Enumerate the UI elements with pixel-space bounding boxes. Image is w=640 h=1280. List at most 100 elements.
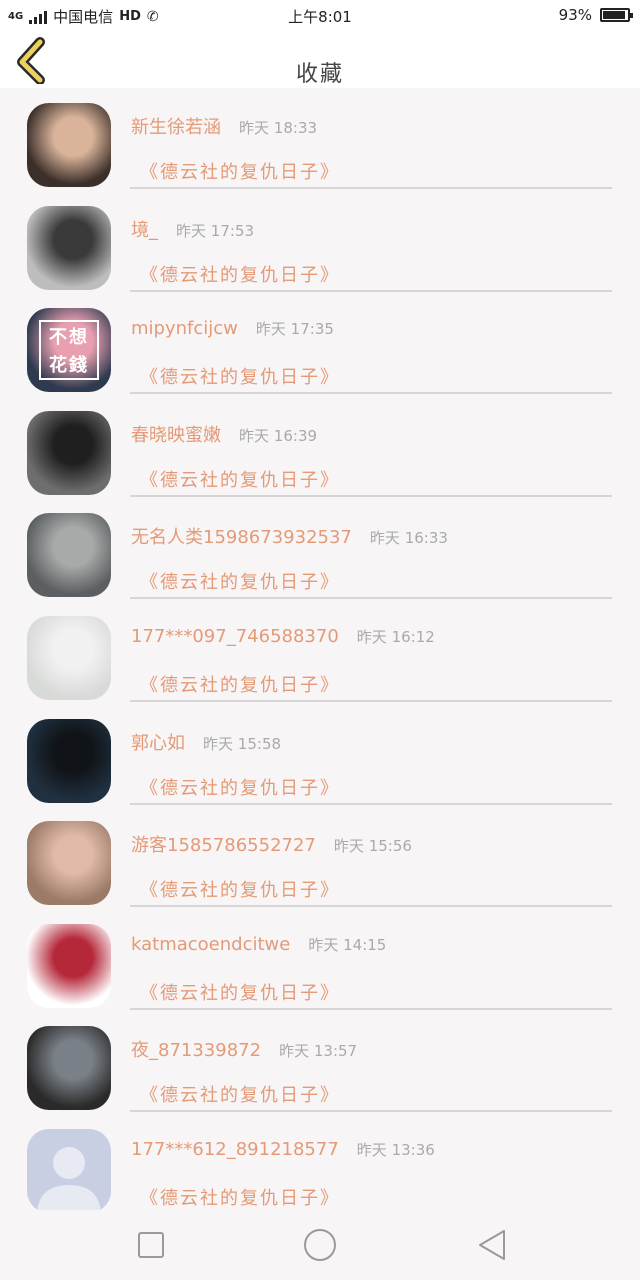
book-title[interactable]: 《德云社的复仇日子》: [140, 774, 340, 800]
name-line: 游客1585786552727 昨天 15:56: [131, 831, 412, 857]
list-item[interactable]: 新生徐若涵 昨天 18:33 《德云社的复仇日子》: [0, 88, 640, 191]
avatar[interactable]: [27, 410, 111, 495]
timestamp: 昨天 18:33: [239, 119, 317, 137]
book-title[interactable]: 《德云社的复仇日子》: [140, 979, 340, 1005]
avatar[interactable]: [27, 718, 111, 803]
divider: [130, 1007, 612, 1010]
time-label: 15:56: [368, 837, 412, 856]
book-title[interactable]: 《德云社的复仇日子》: [140, 158, 340, 184]
date-label: 昨天: [255, 320, 286, 339]
timestamp: 昨天 16:39: [239, 427, 317, 445]
user-name[interactable]: 177***612_891218577: [131, 1139, 339, 1160]
name-line: 无名人类1598673932537 昨天 16:33: [131, 523, 448, 549]
name-line: 夜_871339872 昨天 13:57: [131, 1036, 357, 1062]
timestamp: 昨天 17:35: [256, 320, 334, 338]
avatar[interactable]: [27, 205, 111, 290]
user-name[interactable]: 境_: [131, 220, 158, 241]
timestamp: 昨天 13:57: [279, 1042, 357, 1060]
date-label: 昨天: [356, 1140, 387, 1159]
avatar[interactable]: [27, 923, 111, 1008]
book-title[interactable]: 《德云社的复仇日子》: [140, 261, 340, 287]
divider: [130, 1110, 612, 1113]
avatar[interactable]: [27, 821, 111, 906]
user-name[interactable]: 郭心如: [131, 733, 185, 754]
favorites-list: 新生徐若涵 昨天 18:33 《德云社的复仇日子》 境_ 昨天 17:53 《德云社的复仇…: [0, 88, 640, 1210]
time-label: 17:53: [210, 221, 255, 240]
user-name[interactable]: mipynfcijcw: [131, 318, 238, 339]
list-item[interactable]: 郭心如 昨天 15:58 《德云社的复仇日子》: [0, 704, 640, 807]
date-label: 昨天: [333, 837, 364, 856]
book-title[interactable]: 《德云社的复仇日子》: [140, 876, 340, 902]
timestamp: 昨天 15:56: [334, 837, 412, 855]
name-line: katmacoendcitwe 昨天 14:15: [131, 934, 386, 955]
date-label: 昨天: [356, 627, 387, 646]
time-label: 14:15: [343, 935, 387, 954]
battery-percent: 93%: [558, 6, 592, 24]
time-label: 13:57: [313, 1042, 358, 1061]
user-name[interactable]: 春晓映蜜嫩: [131, 425, 221, 446]
book-title[interactable]: 《德云社的复仇日子》: [140, 1184, 340, 1210]
divider: [130, 905, 612, 908]
book-title[interactable]: 《德云社的复仇日子》: [140, 671, 340, 697]
page-title: 收藏: [295, 62, 344, 87]
timestamp: 昨天 13:36: [357, 1141, 435, 1159]
divider: [130, 187, 612, 189]
avatar[interactable]: [27, 513, 111, 598]
date-label: 昨天: [239, 119, 270, 137]
header: 收藏: [0, 32, 640, 88]
time-label: 16:39: [273, 426, 318, 445]
time-label: 13:36: [391, 1140, 435, 1159]
nav-bar: [0, 1210, 640, 1280]
divider: [130, 392, 612, 395]
triangle-back-icon[interactable]: [474, 1227, 510, 1263]
name-line: mipynfcijcw 昨天 17:35: [131, 318, 334, 339]
list-item[interactable]: 无名人类1598673932537 昨天 16:33 《德云社的复仇日子》: [0, 498, 640, 601]
time-label: 18:33: [273, 119, 318, 137]
divider: [130, 802, 612, 805]
timestamp: 昨天 15:58: [203, 735, 281, 753]
name-line: 春晓映蜜嫩 昨天 16:39: [131, 421, 317, 447]
book-title[interactable]: 《德云社的复仇日子》: [140, 1081, 340, 1107]
list-item[interactable]: 177***097_746588370 昨天 16:12 《德云社的复仇日子》: [0, 601, 640, 704]
list-item[interactable]: katmacoendcitwe 昨天 14:15 《德云社的复仇日子》: [0, 909, 640, 1012]
book-title[interactable]: 《德云社的复仇日子》: [140, 466, 340, 492]
name-line: 177***097_746588370 昨天 16:12: [131, 626, 435, 647]
book-title[interactable]: 《德云社的复仇日子》: [140, 363, 340, 389]
avatar[interactable]: [27, 103, 111, 187]
book-title[interactable]: 《德云社的复仇日子》: [140, 568, 340, 594]
list-item[interactable]: 境_ 昨天 17:53 《德云社的复仇日子》: [0, 191, 640, 294]
list-item[interactable]: 177***612_891218577 昨天 13:36 《德云社的复仇日子》: [0, 1114, 640, 1210]
square-icon[interactable]: [133, 1227, 169, 1263]
user-name[interactable]: 无名人类1598673932537: [131, 527, 352, 548]
avatar[interactable]: [27, 1128, 111, 1210]
list-item[interactable]: 游客1585786552727 昨天 15:56 《德云社的复仇日子》: [0, 806, 640, 909]
divider: [130, 289, 612, 292]
list-item[interactable]: 夜_871339872 昨天 13:57 《德云社的复仇日子》: [0, 1011, 640, 1114]
date-label: 昨天: [279, 1042, 310, 1061]
default-avatar-icon: [37, 1146, 101, 1210]
avatar[interactable]: 不想花錢: [27, 308, 111, 393]
status-time: 上午8:01: [288, 8, 352, 26]
avatar-text: 不想花錢: [39, 320, 99, 381]
timestamp: 昨天 16:33: [370, 529, 448, 547]
name-line: 新生徐若涵 昨天 18:33: [131, 113, 317, 139]
timestamp: 昨天 17:53: [176, 222, 254, 240]
user-name[interactable]: 新生徐若涵: [131, 117, 221, 138]
user-name[interactable]: 游客1585786552727: [131, 835, 316, 856]
user-name[interactable]: 177***097_746588370: [131, 626, 339, 647]
date-label: 昨天: [308, 935, 339, 954]
name-line: 177***612_891218577 昨天 13:36: [131, 1139, 435, 1160]
time-label: 17:35: [290, 320, 334, 339]
avatar[interactable]: [27, 1026, 111, 1111]
date-label: 昨天: [369, 529, 400, 548]
divider: [130, 699, 612, 702]
divider: [130, 494, 612, 497]
name-line: 境_ 昨天 17:53: [131, 216, 254, 242]
avatar[interactable]: [27, 615, 111, 700]
user-name[interactable]: katmacoendcitwe: [131, 934, 290, 955]
circle-icon[interactable]: [302, 1227, 338, 1263]
date-label: 昨天: [176, 221, 207, 240]
list-item[interactable]: 春晓映蜜嫩 昨天 16:39 《德云社的复仇日子》: [0, 396, 640, 499]
user-name[interactable]: 夜_871339872: [131, 1040, 261, 1061]
list-item[interactable]: 不想花錢 mipynfcijcw 昨天 17:35 《德云社的复仇日子》: [0, 293, 640, 396]
